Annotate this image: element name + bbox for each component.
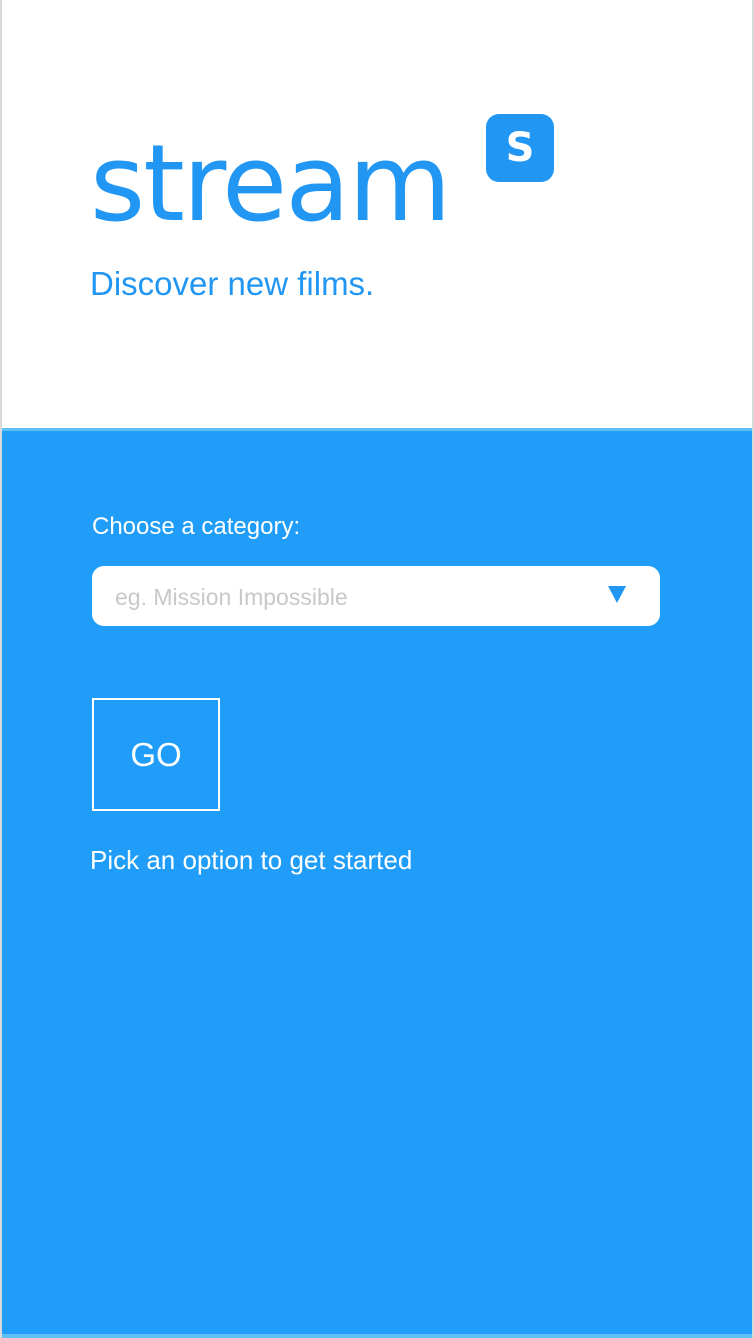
tagline: Discover new films.: [90, 265, 375, 302]
category-panel: Choose a category: eg. Mission Impossibl…: [2, 428, 752, 1338]
stream-logo: stream S: [90, 112, 560, 242]
select-placeholder: eg. Mission Impossible: [115, 584, 348, 610]
hint-text: Pick an option to get started: [90, 845, 413, 875]
header: stream S Discover new films.: [2, 0, 752, 428]
category-select[interactable]: eg. Mission Impossible: [92, 566, 660, 626]
logo-badge: S: [486, 114, 554, 182]
triangle-down-icon[interactable]: [608, 586, 626, 603]
app-screen: stream S Discover new films. Choose a ca…: [0, 0, 754, 1338]
go-button[interactable]: GO: [92, 698, 220, 811]
logo-wordmark: stream: [90, 122, 451, 245]
category-label: Choose a category:: [92, 513, 301, 540]
